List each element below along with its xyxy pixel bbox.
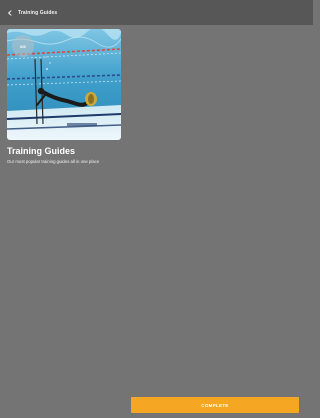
- top-bar: Training Guides: [0, 0, 313, 25]
- section-subtitle: Our most popular training guides all in …: [7, 159, 100, 164]
- training-guide-card[interactable]: 6/3: [7, 29, 121, 140]
- section-title: Training Guides: [7, 146, 76, 156]
- page-title: Training Guides: [18, 9, 58, 16]
- badge: 6/3: [12, 35, 34, 57]
- back-button[interactable]: Training Guides: [0, 0, 57, 25]
- complete-button[interactable]: COMPLETE: [131, 397, 299, 413]
- chevron-left-icon[interactable]: [6, 9, 14, 17]
